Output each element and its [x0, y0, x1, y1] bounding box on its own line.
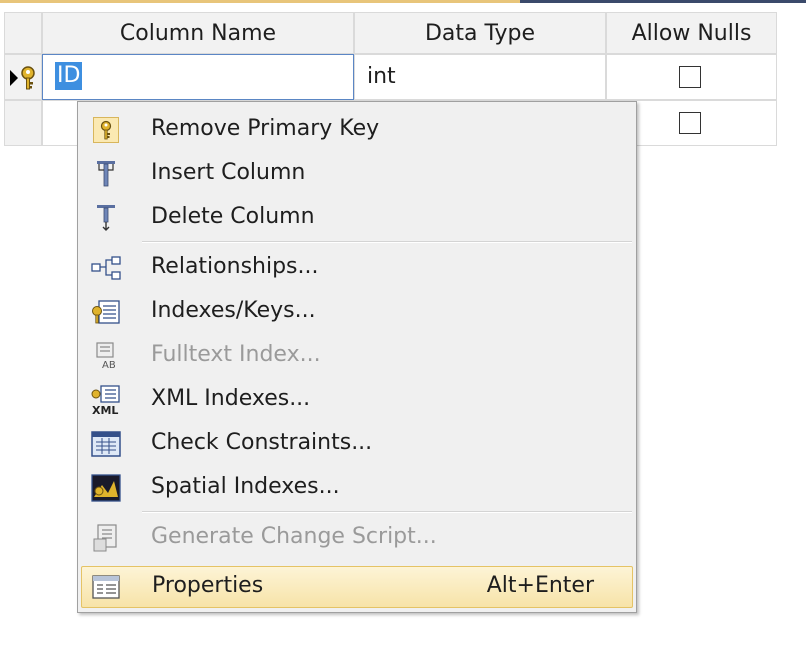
menu-item-remove-primary-key[interactable]: Remove Primary Key [81, 110, 633, 150]
allow-nulls-cell [606, 54, 777, 100]
menu-item-label: Insert Column [151, 160, 306, 185]
context-menu: Remove Primary Key Insert Column Delete … [77, 101, 637, 613]
menu-item-generate-change-script[interactable]: Generate Change Script... [81, 518, 633, 558]
row-selector[interactable] [4, 100, 42, 146]
menu-item-shortcut: Alt+Enter [486, 573, 594, 598]
menu-item-label: Generate Change Script... [151, 524, 437, 549]
menu-item-spatial-indexes[interactable]: Spatial Indexes... [81, 468, 633, 508]
column-name-header[interactable]: Column Name [42, 12, 354, 54]
menu-item-indexes-keys[interactable]: Indexes/Keys... [81, 292, 633, 332]
menu-item-label: Relationships... [151, 254, 319, 279]
delete-column-icon [97, 205, 115, 231]
menu-item-check-constraints[interactable]: Check Constraints... [81, 424, 633, 464]
menu-separator [142, 511, 632, 513]
indexes-keys-icon [92, 300, 120, 324]
row-header-corner [4, 12, 42, 54]
menu-item-label: Indexes/Keys... [151, 298, 316, 323]
key-icon [93, 117, 119, 143]
menu-item-label: Spatial Indexes... [151, 474, 340, 499]
menu-item-label: Properties [152, 573, 264, 598]
menu-item-label: Fulltext Index... [151, 342, 321, 367]
relationships-icon [91, 256, 121, 280]
menu-separator [142, 241, 632, 243]
menu-item-label: Delete Column [151, 204, 315, 229]
menu-item-properties[interactable]: Properties Alt+Enter [81, 566, 633, 608]
data-type-cell[interactable]: int [354, 54, 606, 100]
svg-text:AB: AB [102, 360, 116, 371]
menu-item-label: XML Indexes... [151, 386, 311, 411]
top-accent-line-dark [520, 0, 806, 3]
insert-column-icon [97, 161, 115, 187]
fulltext-index-icon: AB [96, 342, 116, 371]
menu-item-delete-column[interactable]: Delete Column [81, 198, 633, 238]
data-type-header[interactable]: Data Type [354, 12, 606, 54]
check-constraints-icon [91, 431, 121, 457]
spatial-indexes-icon [91, 474, 121, 502]
xml-indexes-icon: XML [91, 385, 120, 416]
column-name-value[interactable]: ID [55, 62, 83, 90]
menu-item-xml-indexes[interactable]: XML XML Indexes... [81, 380, 633, 420]
properties-icon [92, 575, 120, 599]
primary-key-row-icon [10, 66, 35, 90]
data-type-value: int [367, 64, 396, 89]
menu-item-relationships[interactable]: Relationships... [81, 248, 633, 288]
svg-text:XML: XML [92, 404, 118, 416]
top-bar [0, 0, 806, 12]
menu-item-insert-column[interactable]: Insert Column [81, 154, 633, 194]
table-row: ID int [4, 54, 777, 100]
menu-item-fulltext-index[interactable]: AB Fulltext Index... [81, 336, 633, 376]
menu-item-label: Check Constraints... [151, 430, 373, 455]
menu-item-label: Remove Primary Key [151, 116, 380, 141]
allow-nulls-header[interactable]: Allow Nulls [606, 12, 777, 54]
allow-nulls-checkbox[interactable] [679, 66, 701, 88]
allow-nulls-checkbox[interactable] [679, 112, 701, 134]
top-accent-line [0, 0, 520, 3]
row-selector[interactable] [4, 54, 42, 100]
generate-script-icon [93, 524, 117, 552]
column-name-cell[interactable]: ID [42, 54, 354, 100]
